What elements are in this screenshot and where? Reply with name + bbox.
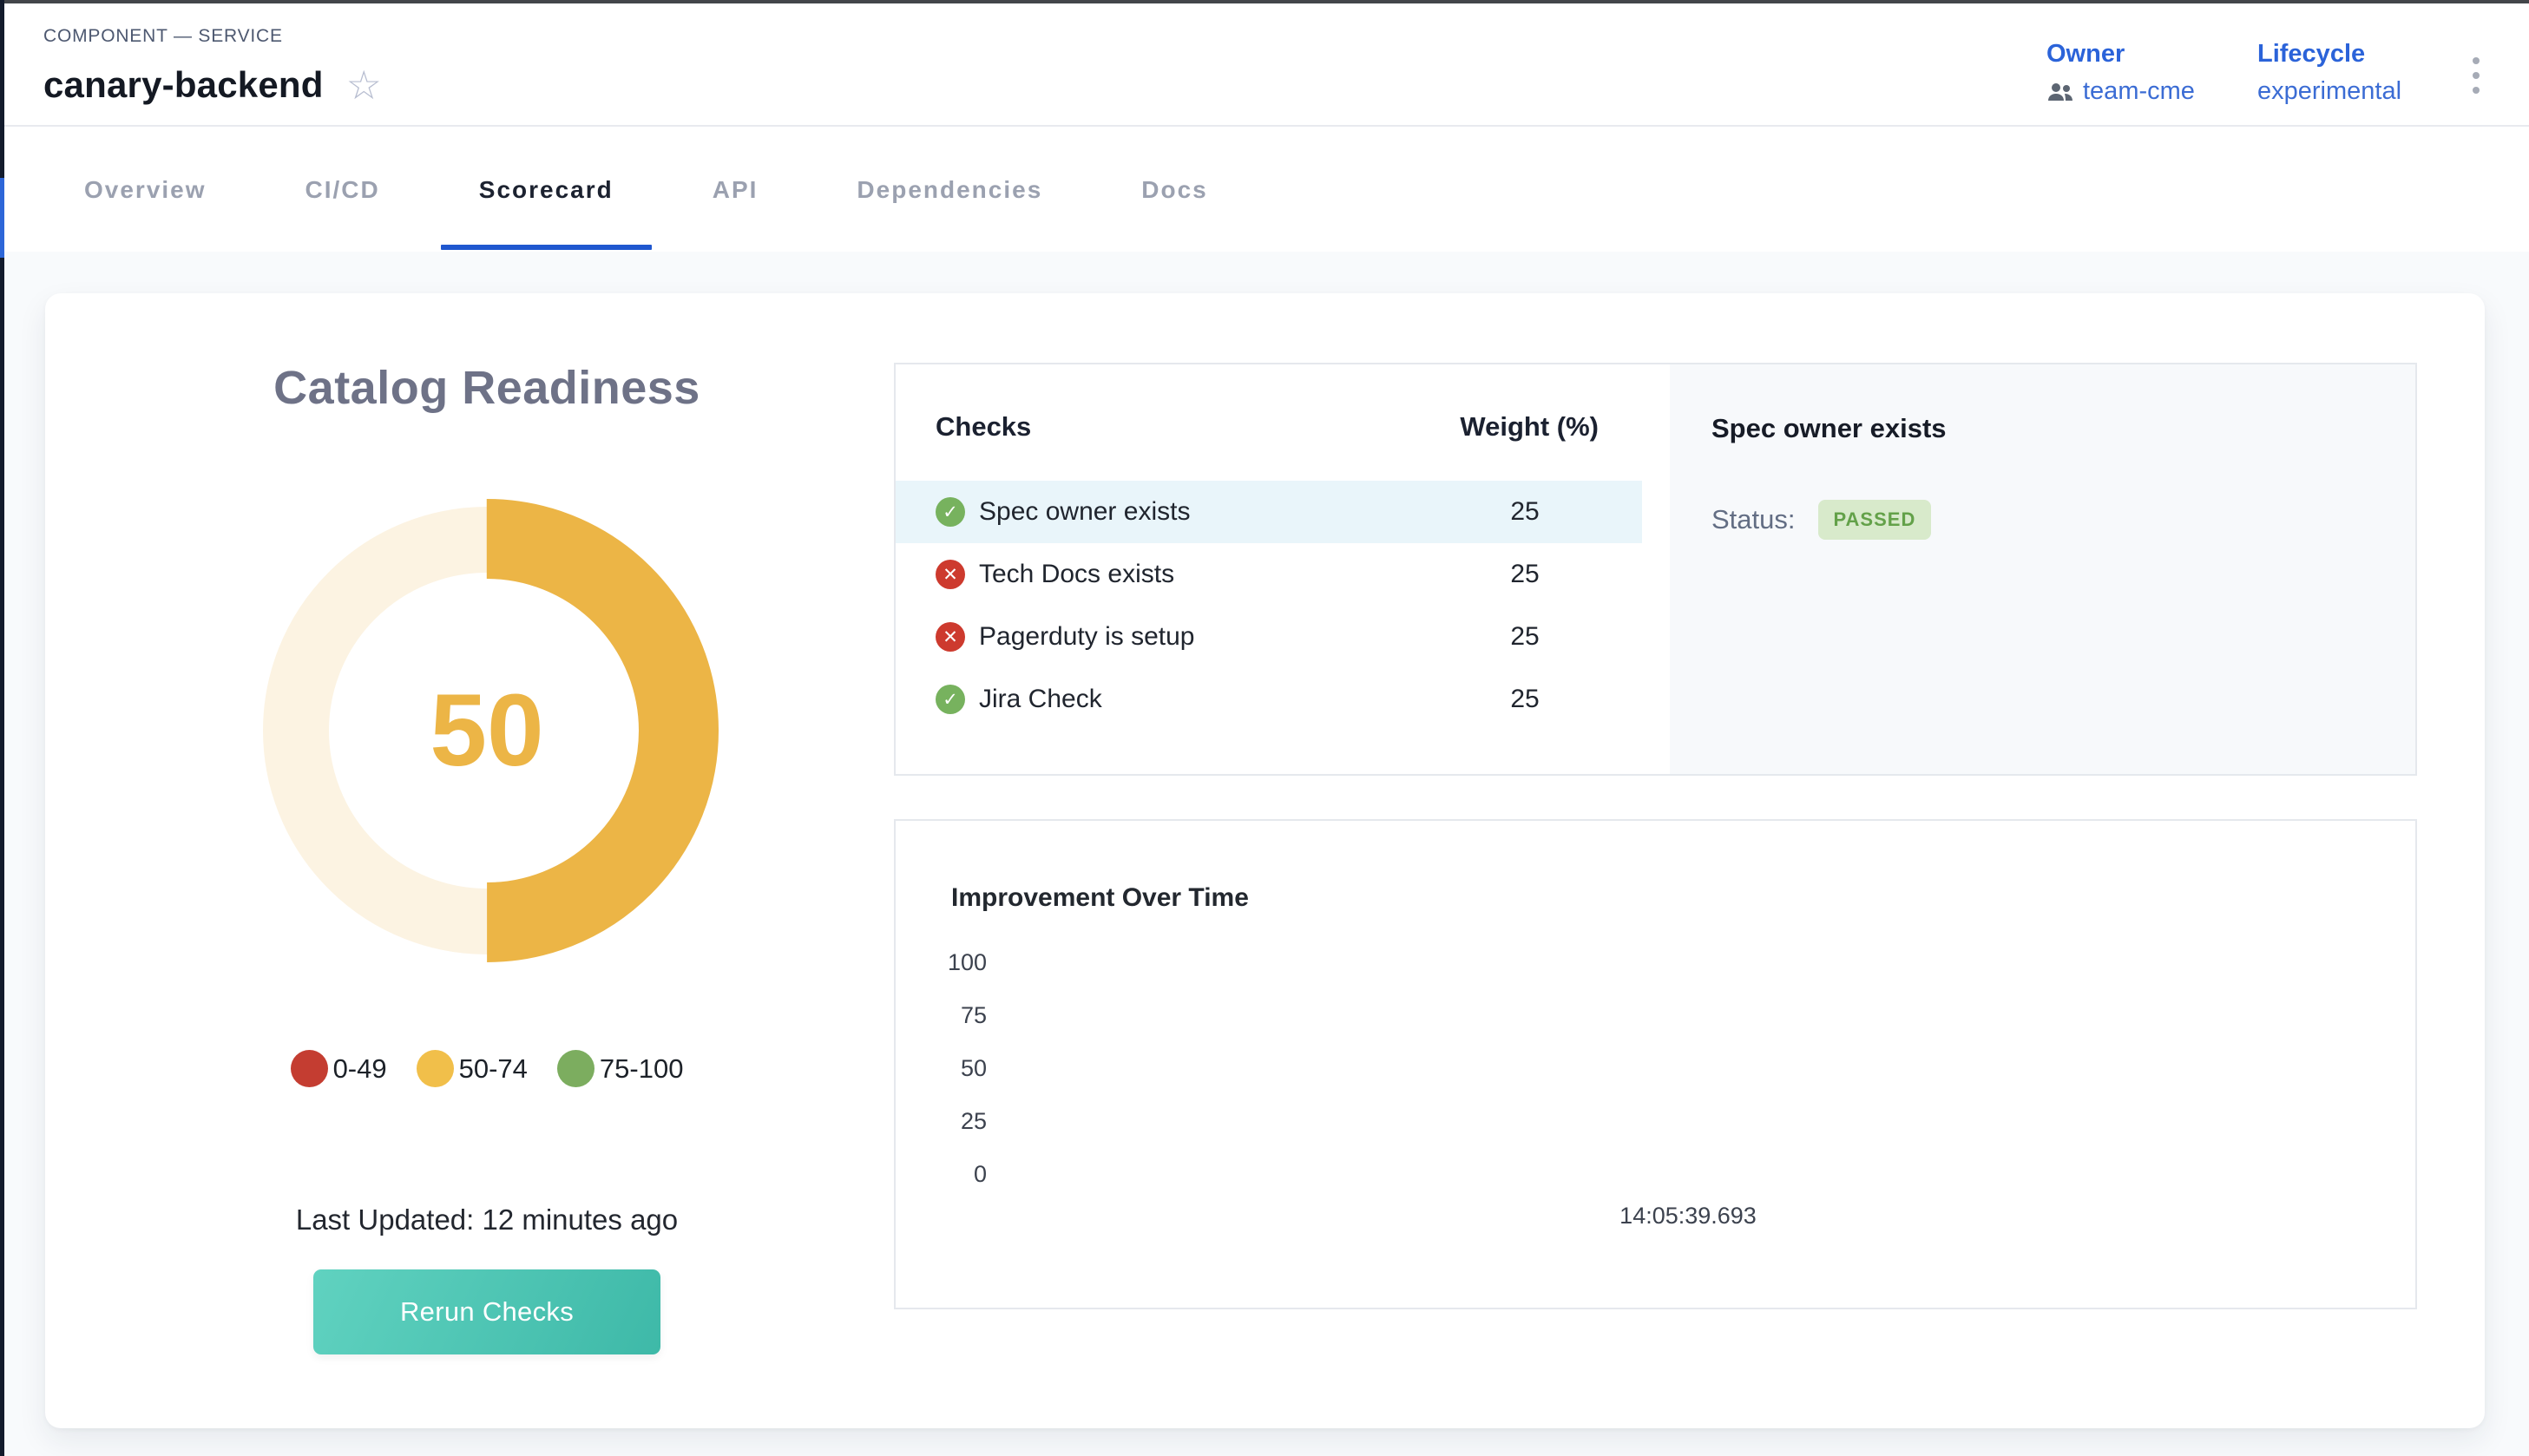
score-legend: 0-49 50-74 75-100 xyxy=(62,1050,911,1087)
legend-dot-amber xyxy=(417,1050,454,1087)
lifecycle-meta: Lifecycle experimental xyxy=(2257,40,2401,106)
legend-item-low: 0-49 xyxy=(291,1050,387,1087)
breadcrumb: COMPONENT — SERVICE xyxy=(43,26,283,47)
lifecycle-label: Lifecycle xyxy=(2257,40,2401,69)
legend-item-high: 75-100 xyxy=(557,1050,684,1087)
check-detail-panel: Spec owner exists Status: PASSED xyxy=(1670,364,2415,774)
score-gauge: 50 xyxy=(253,496,721,965)
table-row[interactable]: Jira Check 25 xyxy=(896,668,1642,731)
owner-link[interactable]: team-cme xyxy=(2083,77,2195,106)
table-row[interactable]: Spec owner exists 25 xyxy=(896,481,1642,543)
owner-meta: Owner team-cme xyxy=(2046,40,2195,106)
page-title: canary-backend xyxy=(43,64,324,106)
owner-label: Owner xyxy=(2046,40,2195,69)
y-tick: 25 xyxy=(904,1095,987,1148)
tab-cicd[interactable]: CI/CD xyxy=(267,128,418,252)
tab-scorecard[interactable]: Scorecard xyxy=(441,128,652,252)
checks-panel: Checks Weight (%) Spec owner exists 25 T… xyxy=(894,363,2417,776)
entity-header: COMPONENT — SERVICE canary-backend ☆ Own… xyxy=(4,3,2529,127)
x-axis-tick-label: 14:05:39.693 xyxy=(1619,1203,1757,1230)
check-pass-icon xyxy=(936,685,965,714)
check-detail-title: Spec owner exists xyxy=(1711,413,2415,444)
score-value: 50 xyxy=(253,496,721,965)
status-label: Status: xyxy=(1711,504,1796,535)
checks-table: Checks Weight (%) Spec owner exists 25 T… xyxy=(896,364,1670,774)
y-tick: 75 xyxy=(904,989,987,1042)
more-options-kebab-icon[interactable] xyxy=(2469,54,2483,97)
tab-dependencies[interactable]: Dependencies xyxy=(818,128,1081,252)
page-content: Catalog Readiness 50 0-49 50-74 xyxy=(4,252,2529,1456)
table-row[interactable]: Tech Docs exists 25 xyxy=(896,543,1642,606)
score-summary-column: Catalog Readiness 50 0-49 50-74 xyxy=(62,293,911,1354)
sidebar-edge xyxy=(0,0,4,1456)
legend-dot-green xyxy=(557,1050,594,1087)
legend-item-mid: 50-74 xyxy=(417,1050,528,1087)
status-badge: PASSED xyxy=(1818,500,1932,540)
y-tick: 100 xyxy=(904,936,987,989)
chart-title: Improvement Over Time xyxy=(951,883,1249,913)
favorite-star-icon[interactable]: ☆ xyxy=(346,65,382,105)
tab-overview[interactable]: Overview xyxy=(46,128,245,252)
scorecard-title: Catalog Readiness xyxy=(62,361,911,415)
scorecard-card: Catalog Readiness 50 0-49 50-74 xyxy=(45,293,2485,1428)
legend-dot-red xyxy=(291,1050,328,1087)
entity-tabbar: Overview CI/CD Scorecard API Dependencie… xyxy=(4,128,2529,252)
sidebar-active-indicator xyxy=(0,178,4,258)
tab-docs[interactable]: Docs xyxy=(1103,128,1245,252)
check-pass-icon xyxy=(936,497,965,527)
last-updated-text: Last Updated: 12 minutes ago xyxy=(62,1203,911,1236)
y-tick: 0 xyxy=(904,1148,987,1201)
weight-column-header: Weight (%) xyxy=(1451,411,1599,443)
window-top-border xyxy=(0,0,2529,3)
check-fail-icon xyxy=(936,622,965,652)
table-row[interactable]: Pagerduty is setup 25 xyxy=(896,606,1642,668)
group-icon xyxy=(2046,82,2074,102)
chart-y-axis: 100 75 50 25 0 xyxy=(904,936,987,1201)
lifecycle-value: experimental xyxy=(2257,77,2401,106)
rerun-checks-button[interactable]: Rerun Checks xyxy=(313,1269,660,1354)
improvement-chart-panel: Improvement Over Time 100 75 50 25 0 14:… xyxy=(894,819,2417,1309)
check-fail-icon xyxy=(936,560,965,589)
checks-column-header: Checks xyxy=(936,411,1031,443)
y-tick: 50 xyxy=(904,1042,987,1095)
tab-api[interactable]: API xyxy=(674,128,797,252)
